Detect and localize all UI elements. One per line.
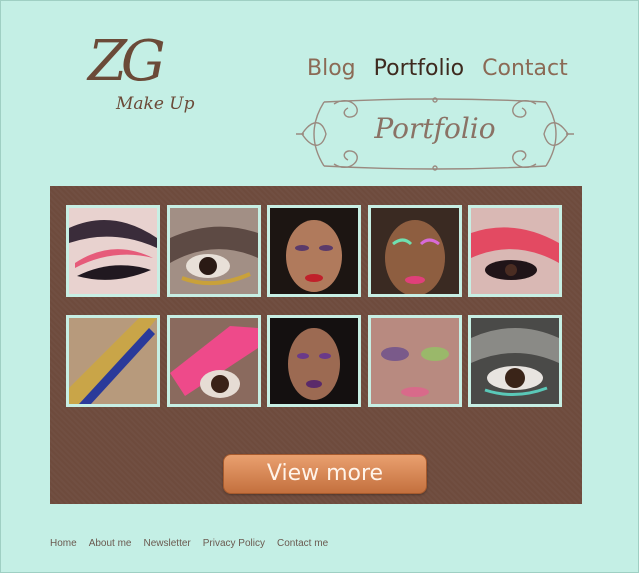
gallery-photo[interactable]: [167, 205, 261, 297]
gallery-photo[interactable]: [368, 205, 462, 297]
nav-contact[interactable]: Contact: [482, 56, 568, 81]
gallery-photo[interactable]: [66, 205, 160, 297]
logo[interactable]: ZG Make Up: [88, 34, 208, 124]
footer-link-privacy[interactable]: Privacy Policy: [203, 538, 265, 549]
footer-links: Home About me Newsletter Privacy Policy …: [50, 538, 340, 549]
photo-eye-pink-black: [69, 208, 157, 294]
banner-title: Portfolio: [374, 112, 496, 145]
gallery-photo[interactable]: [468, 315, 562, 407]
photo-face-purple-lip: [270, 318, 358, 404]
gallery-photo[interactable]: [267, 205, 361, 297]
main-nav: Blog Portfolio Contact: [307, 56, 586, 81]
gallery-photo[interactable]: [66, 315, 160, 407]
gallery-photo[interactable]: [267, 315, 361, 407]
photo-face-green-pink: [371, 208, 459, 294]
gallery-photo[interactable]: [468, 205, 562, 297]
photo-eye-smoky-brown: [170, 208, 258, 294]
footer-link-home[interactable]: Home: [50, 538, 77, 549]
nav-portfolio[interactable]: Portfolio: [374, 56, 465, 81]
logo-subtitle: Make Up: [116, 94, 195, 114]
photo-face-pink-green: [371, 318, 459, 404]
logo-monogram: ZG: [88, 29, 166, 94]
photo-eye-pink-red: [471, 208, 559, 294]
portfolio-banner: Portfolio: [294, 94, 576, 174]
footer-link-contact[interactable]: Contact me: [277, 538, 328, 549]
photo-eye-pink-bold: [170, 318, 258, 404]
gallery-photo[interactable]: [368, 315, 462, 407]
footer-link-newsletter[interactable]: Newsletter: [144, 538, 191, 549]
footer-link-about[interactable]: About me: [89, 538, 132, 549]
photo-eye-gold-blue: [69, 318, 157, 404]
nav-blog[interactable]: Blog: [307, 56, 356, 81]
photo-eye-smoky-silver: [471, 318, 559, 404]
photo-face-purple-red-lip: [270, 208, 358, 294]
gallery-photo[interactable]: [167, 315, 261, 407]
view-more-button[interactable]: View more: [223, 454, 427, 494]
